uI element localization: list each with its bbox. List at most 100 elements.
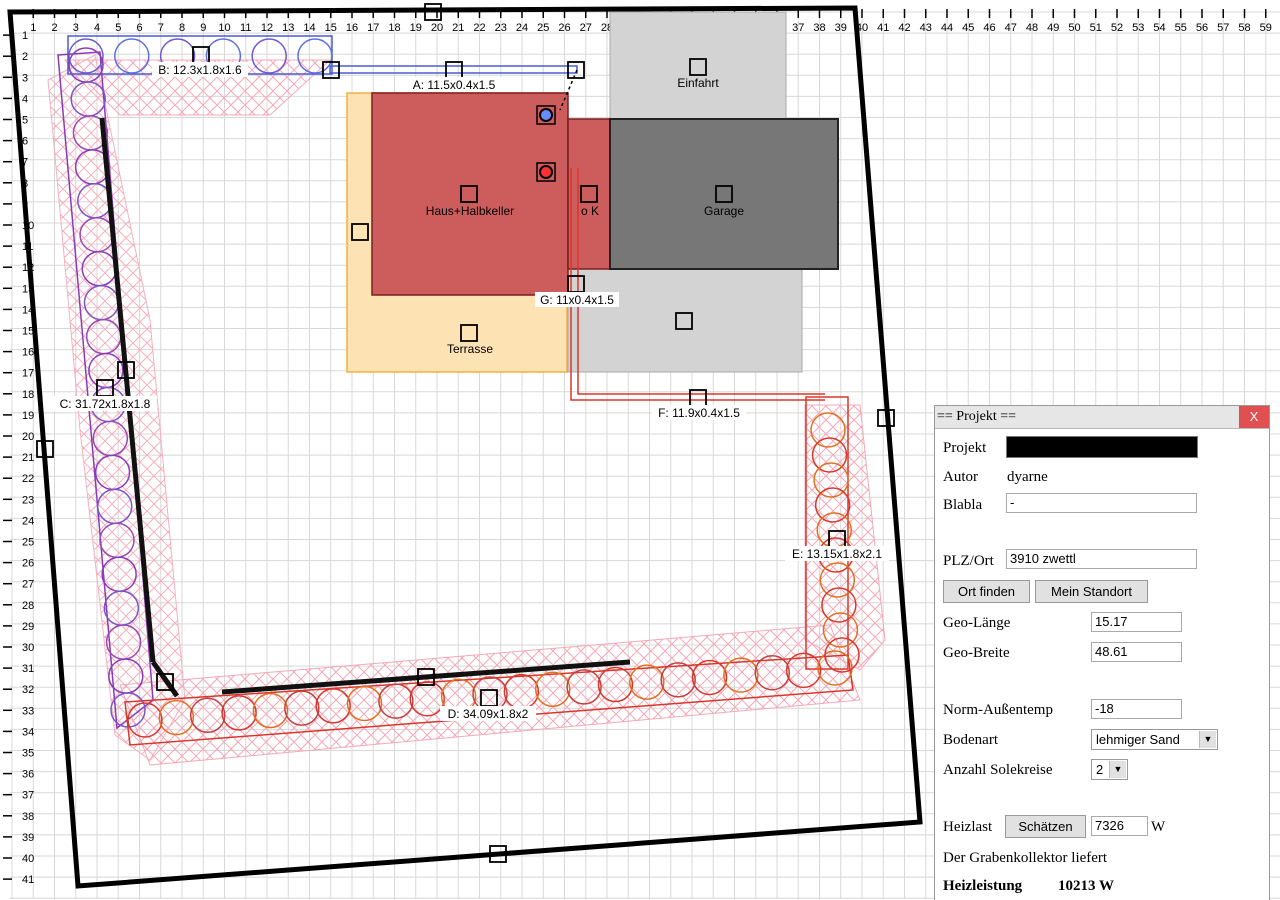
find-location-button[interactable]: Ort finden	[943, 580, 1030, 603]
svg-text:45: 45	[962, 22, 974, 34]
svg-text:20: 20	[431, 22, 443, 34]
svg-text:26: 26	[22, 558, 34, 570]
svg-text:5: 5	[115, 22, 121, 34]
svg-text:E: 13.15x1.8x2.1: E: 13.15x1.8x2.1	[792, 547, 882, 561]
project-panel[interactable]: == Projekt == X Projekt Autor dyarne Bla…	[934, 405, 1270, 900]
my-location-button[interactable]: Mein Standort	[1035, 580, 1148, 603]
svg-text:16: 16	[346, 22, 358, 34]
result-text: Der Grabenkollektor liefert	[943, 850, 1108, 866]
svg-text:33: 33	[22, 705, 34, 717]
svg-text:54: 54	[1153, 22, 1165, 34]
svg-text:57: 57	[1217, 22, 1229, 34]
garage-building[interactable]	[609, 118, 839, 270]
svg-text:10: 10	[218, 22, 230, 34]
svg-text:17: 17	[367, 22, 379, 34]
svg-text:G: 11x0.4x1.5: G: 11x0.4x1.5	[540, 293, 614, 307]
brine-circuits-label: Anzahl Solekreise	[943, 762, 1053, 778]
svg-text:37: 37	[22, 790, 34, 802]
svg-text:15: 15	[325, 22, 337, 34]
geo-lat-input[interactable]: 48.61	[1091, 642, 1182, 662]
chevron-down-icon[interactable]: ▼	[1199, 731, 1216, 748]
svg-text:4: 4	[22, 93, 28, 105]
geo-lon-input[interactable]: 15.17	[1091, 612, 1182, 632]
autor-value: dyarne	[1007, 469, 1048, 485]
svg-text:27: 27	[580, 22, 592, 34]
svg-text:39: 39	[22, 832, 34, 844]
geo-lon-label: Geo-Länge	[943, 615, 1011, 631]
svg-text:59: 59	[1260, 22, 1272, 34]
projekt-label: Projekt	[943, 440, 987, 456]
svg-text:43: 43	[920, 22, 932, 34]
supply-marker-blue[interactable]	[539, 108, 553, 122]
svg-text:39: 39	[835, 22, 847, 34]
soil-type-label: Bodenart	[943, 732, 998, 748]
heating-load-input[interactable]: 7326	[1091, 816, 1148, 836]
heating-power-label: Heizleistung	[943, 878, 1023, 894]
svg-text:49: 49	[1047, 22, 1059, 34]
label-annex: o K	[581, 204, 599, 218]
svg-text:18: 18	[22, 389, 34, 401]
driveway-area[interactable]	[609, 11, 787, 120]
svg-text:B: 12.3x1.8x1.6: B: 12.3x1.8x1.6	[158, 63, 242, 77]
svg-text:52: 52	[1111, 22, 1123, 34]
heating-load-unit: W	[1151, 819, 1166, 835]
blabla-input[interactable]: -	[1006, 493, 1197, 513]
label-driveway: Einfahrt	[677, 76, 719, 90]
svg-text:F: 11.9x0.4x1.5: F: 11.9x0.4x1.5	[658, 406, 740, 420]
pipe-a[interactable]	[329, 65, 578, 74]
label-house: Haus+Halbkeller	[426, 204, 514, 218]
norm-temp-input[interactable]: -18	[1091, 699, 1182, 719]
plz-label: PLZ/Ort	[943, 553, 994, 569]
svg-text:40: 40	[22, 853, 34, 865]
annex-building[interactable]	[567, 118, 612, 270]
close-button[interactable]: X	[1239, 406, 1269, 428]
label-terrace: Terrasse	[447, 342, 493, 356]
svg-text:30: 30	[22, 642, 34, 654]
heating-load-label: Heizlast	[943, 819, 993, 835]
label-garage: Garage	[704, 204, 744, 218]
autor-label: Autor	[943, 469, 978, 485]
brine-circuits-select[interactable]: 2 ▼	[1091, 759, 1128, 780]
svg-text:19: 19	[22, 410, 34, 422]
svg-text:D: 34.09x1.8x2: D: 34.09x1.8x2	[448, 707, 529, 721]
svg-text:14: 14	[303, 22, 315, 34]
label-trench-c: C: 31.72x1.8x1.8	[53, 396, 157, 411]
return-marker-red[interactable]	[539, 165, 553, 179]
svg-text:25: 25	[22, 537, 34, 549]
svg-text:21: 21	[452, 22, 464, 34]
svg-text:5: 5	[22, 115, 28, 127]
lower-paved-area[interactable]	[567, 268, 803, 373]
projekt-field[interactable]	[1006, 436, 1198, 458]
svg-text:29: 29	[22, 621, 34, 633]
panel-title: == Projekt ==	[937, 409, 1017, 424]
panel-titlebar[interactable]: == Projekt == X	[935, 406, 1269, 429]
svg-text:17: 17	[22, 368, 34, 380]
svg-text:C: 31.72x1.8x1.8: C: 31.72x1.8x1.8	[60, 397, 151, 411]
svg-text:22: 22	[22, 473, 34, 485]
brine-circuits-value: 2	[1096, 762, 1104, 777]
svg-text:51: 51	[1090, 22, 1102, 34]
svg-text:11: 11	[240, 22, 251, 34]
svg-text:24: 24	[22, 515, 34, 527]
svg-text:22: 22	[473, 22, 485, 34]
svg-text:12: 12	[261, 22, 273, 34]
svg-text:8: 8	[179, 22, 185, 34]
estimate-button[interactable]: Schätzen	[1005, 815, 1086, 838]
svg-text:27: 27	[22, 579, 34, 591]
svg-text:6: 6	[22, 136, 28, 148]
svg-text:19: 19	[410, 22, 422, 34]
svg-text:53: 53	[1132, 22, 1144, 34]
soil-type-select[interactable]: lehmiger Sand ▼	[1091, 729, 1218, 750]
plz-input[interactable]: 3910 zwettl	[1006, 549, 1197, 569]
svg-text:32: 32	[22, 684, 34, 696]
svg-text:7: 7	[158, 22, 164, 34]
svg-text:2: 2	[22, 51, 28, 63]
svg-text:42: 42	[898, 22, 910, 34]
svg-text:3: 3	[22, 72, 28, 84]
svg-text:20: 20	[22, 431, 34, 443]
svg-text:21: 21	[22, 452, 34, 464]
geo-lat-label: Geo-Breite	[943, 645, 1010, 661]
chevron-down-icon[interactable]: ▼	[1109, 761, 1126, 778]
label-pipe-g: G: 11x0.4x1.5	[535, 292, 619, 307]
svg-text:2: 2	[51, 22, 57, 34]
